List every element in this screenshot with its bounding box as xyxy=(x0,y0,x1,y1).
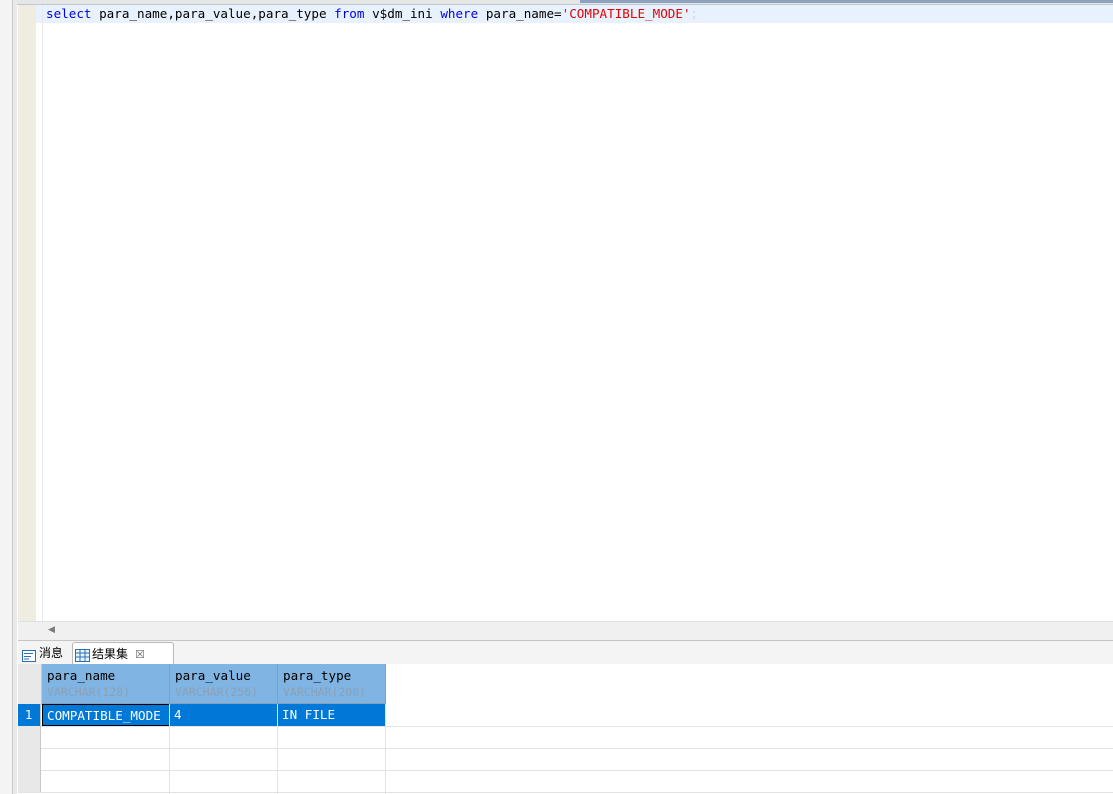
column-type: VARCHAR(200) xyxy=(283,685,367,699)
table-cell[interactable]: COMPATIBLE_MODE xyxy=(42,704,170,726)
close-tab-icon[interactable]: ☒ xyxy=(135,644,145,665)
empty-row xyxy=(18,726,1113,749)
tab-messages-label: 消息 xyxy=(39,646,64,660)
left-panel-splitter[interactable] xyxy=(13,0,17,794)
tab-messages[interactable]: 消息 xyxy=(20,643,72,664)
row-number xyxy=(18,726,41,748)
keyword-select: select xyxy=(46,6,92,21)
result-grid[interactable]: para_name VARCHAR(128) para_value VARCHA… xyxy=(18,664,1113,794)
row-number xyxy=(18,770,41,792)
column-header-para-type[interactable]: para_type VARCHAR(200) xyxy=(278,664,386,704)
editor-tab-indicator xyxy=(580,0,1113,3)
left-panel-edge xyxy=(0,0,13,794)
tab-resultset-label: 结果集 xyxy=(92,646,129,661)
empty-row xyxy=(18,748,1113,771)
column-type: VARCHAR(128) xyxy=(47,685,131,699)
column-header-para-value[interactable]: para_value VARCHAR(256) xyxy=(170,664,278,704)
column-divider xyxy=(277,704,278,794)
sql-statement[interactable]: select para_name,para_value,para_type fr… xyxy=(46,6,698,22)
table-row[interactable]: 1 COMPATIBLE_MODE 4 IN FILE xyxy=(18,704,1113,727)
sql-condition: para_name= xyxy=(478,6,562,21)
row-number[interactable]: 1 xyxy=(18,704,41,726)
sql-columns: para_name,para_value,para_type xyxy=(91,6,335,21)
editor-gutter xyxy=(18,5,36,621)
scroll-left-arrow-icon[interactable]: ◀ xyxy=(48,625,55,635)
sql-table: v$dm_ini xyxy=(364,6,441,21)
keyword-from: from xyxy=(334,6,365,21)
column-header-para-name[interactable]: para_name VARCHAR(128) xyxy=(42,664,170,704)
empty-row xyxy=(18,770,1113,793)
column-divider xyxy=(385,704,386,794)
gutter-separator xyxy=(42,5,43,621)
sql-terminator: ; xyxy=(690,6,699,21)
column-divider xyxy=(169,704,170,794)
column-type: VARCHAR(256) xyxy=(175,685,259,699)
table-cell[interactable]: 4 xyxy=(170,704,278,726)
row-number-header[interactable] xyxy=(18,664,42,705)
row-number xyxy=(18,748,41,770)
column-name: para_type xyxy=(283,668,352,683)
result-tabs-bar: 消息 结果集 ☒ xyxy=(18,640,1113,666)
tab-resultset[interactable]: 结果集 ☒ xyxy=(72,642,174,665)
column-name: para_value xyxy=(175,668,251,683)
column-name: para_name xyxy=(47,668,116,683)
sql-string-literal: 'COMPATIBLE_MODE' xyxy=(561,6,691,21)
keyword-where: where xyxy=(440,6,479,21)
messages-icon xyxy=(22,648,36,662)
editor-horizontal-scrollbar[interactable]: ◀ xyxy=(18,621,1113,640)
table-cell[interactable]: IN FILE xyxy=(278,704,386,726)
sql-editor[interactable]: select para_name,para_value,para_type fr… xyxy=(36,5,1113,621)
table-grid-icon xyxy=(75,648,90,662)
